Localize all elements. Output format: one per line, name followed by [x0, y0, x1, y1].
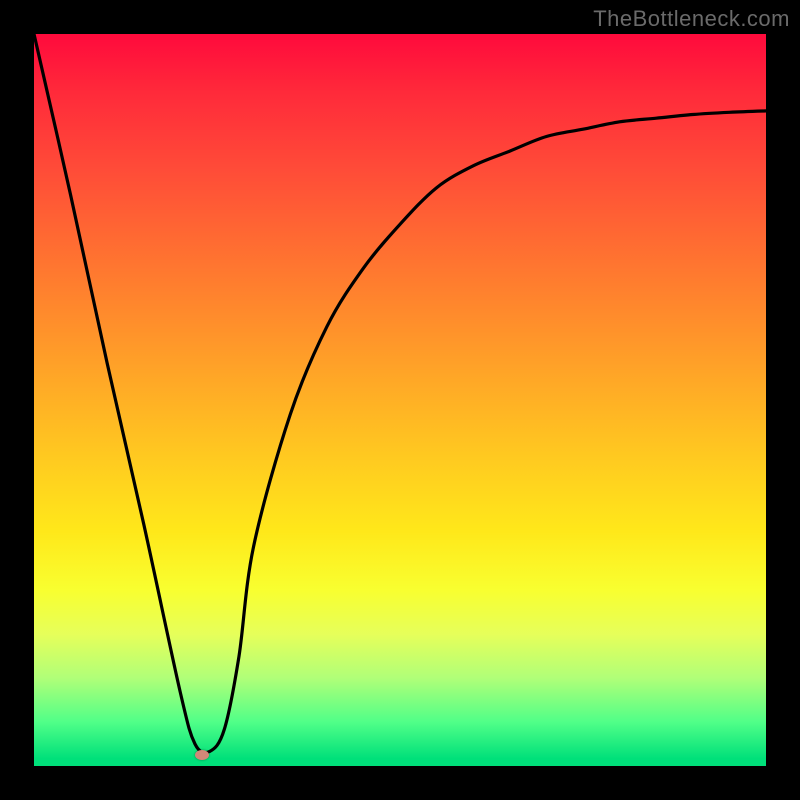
plot-area — [34, 34, 766, 766]
watermark-text: TheBottleneck.com — [593, 6, 790, 32]
chart-frame: TheBottleneck.com — [0, 0, 800, 800]
optimum-marker — [195, 750, 209, 760]
curve-svg — [34, 34, 766, 766]
bottleneck-curve — [34, 34, 766, 753]
